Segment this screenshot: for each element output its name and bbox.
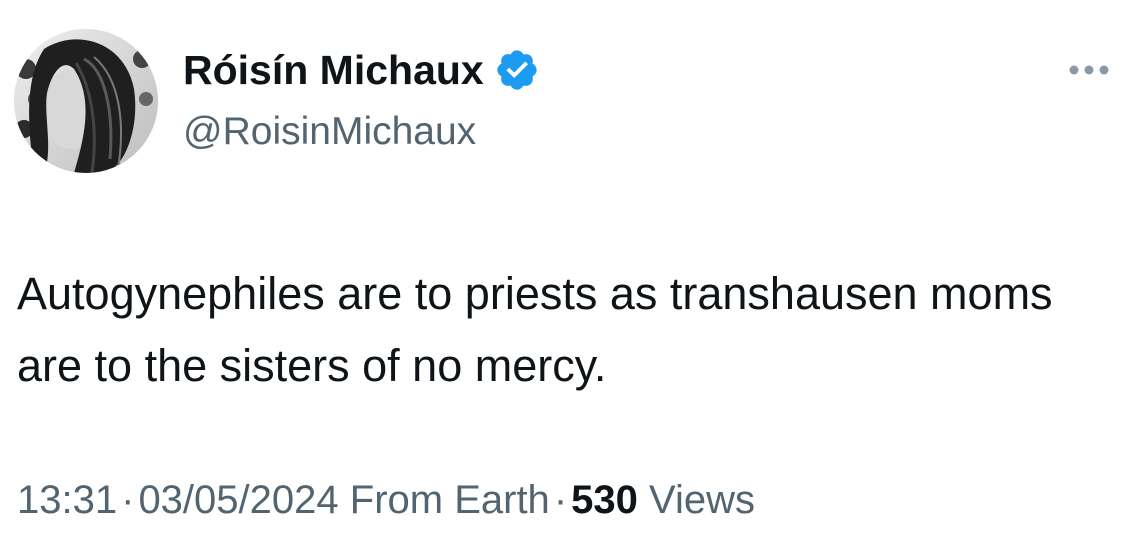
avatar[interactable]	[14, 29, 158, 173]
tweet-time[interactable]: 13:31	[17, 478, 117, 522]
views-count[interactable]: 530	[571, 478, 638, 522]
tweet-date[interactable]: 03/05/2024	[138, 478, 338, 522]
tweet-source: From Earth	[349, 478, 550, 522]
display-name-text[interactable]: Róisín Michaux	[183, 42, 484, 98]
tweet-meta: 13:31 · 03/05/2024 From Earth · 530 Views	[17, 472, 755, 528]
tweet-card: Róisín Michaux @RoisinMichaux Autogyneph…	[0, 0, 1143, 556]
author-handle[interactable]: @RoisinMichaux	[183, 106, 476, 158]
tweet-text: Autogynephiles are to priests as transha…	[17, 268, 1053, 391]
views-label: Views	[649, 478, 755, 522]
avatar-photo	[14, 29, 158, 173]
verified-badge-icon[interactable]	[494, 47, 540, 93]
meta-separator: ·	[121, 478, 135, 522]
author-display-name[interactable]: Róisín Michaux	[183, 42, 540, 98]
more-options-icon[interactable]	[1064, 52, 1114, 88]
meta-separator: ·	[553, 478, 568, 522]
